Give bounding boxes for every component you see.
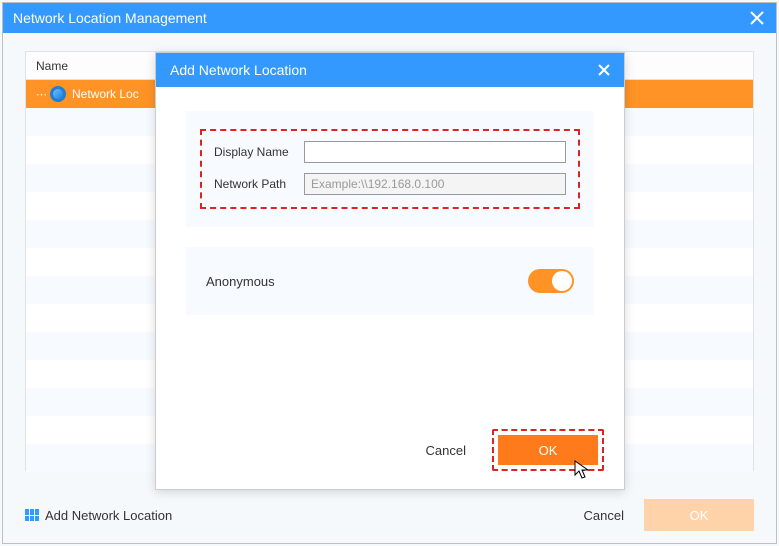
network-path-label: Network Path <box>214 177 304 191</box>
bottom-bar: Add Network Location Cancel OK <box>25 499 754 531</box>
display-name-label: Display Name <box>214 145 304 159</box>
grid-icon <box>25 509 39 521</box>
highlighted-fields: Display Name Network Path <box>200 129 580 209</box>
window-title: Network Location Management <box>13 10 207 26</box>
cancel-button[interactable]: Cancel <box>426 443 466 458</box>
form-panel: Display Name Network Path <box>186 111 594 227</box>
dialog-titlebar: Add Network Location <box>156 53 624 87</box>
ok-button[interactable]: OK <box>498 435 598 465</box>
toggle-knob <box>552 271 572 291</box>
cancel-button[interactable]: Cancel <box>584 508 624 523</box>
add-network-location-link[interactable]: Add Network Location <box>25 508 172 523</box>
add-location-dialog: Add Network Location Display Name Networ… <box>155 52 625 490</box>
row-label: Network Loc <box>72 87 139 101</box>
add-link-label: Add Network Location <box>45 508 172 523</box>
dialog-title: Add Network Location <box>170 62 307 78</box>
ok-button-disabled: OK <box>644 499 754 531</box>
dialog-actions: Cancel OK <box>426 429 604 471</box>
close-icon[interactable] <box>748 9 766 27</box>
main-titlebar: Network Location Management <box>3 3 776 33</box>
tree-connector: ⋯ <box>36 88 46 101</box>
ok-highlight: OK <box>492 429 604 471</box>
network-path-input[interactable] <box>304 173 566 195</box>
display-name-input[interactable] <box>304 141 566 163</box>
close-icon[interactable] <box>598 64 610 76</box>
globe-icon <box>50 86 66 102</box>
anonymous-toggle[interactable] <box>528 269 574 293</box>
anonymous-panel: Anonymous <box>186 247 594 315</box>
anonymous-label: Anonymous <box>206 274 275 289</box>
